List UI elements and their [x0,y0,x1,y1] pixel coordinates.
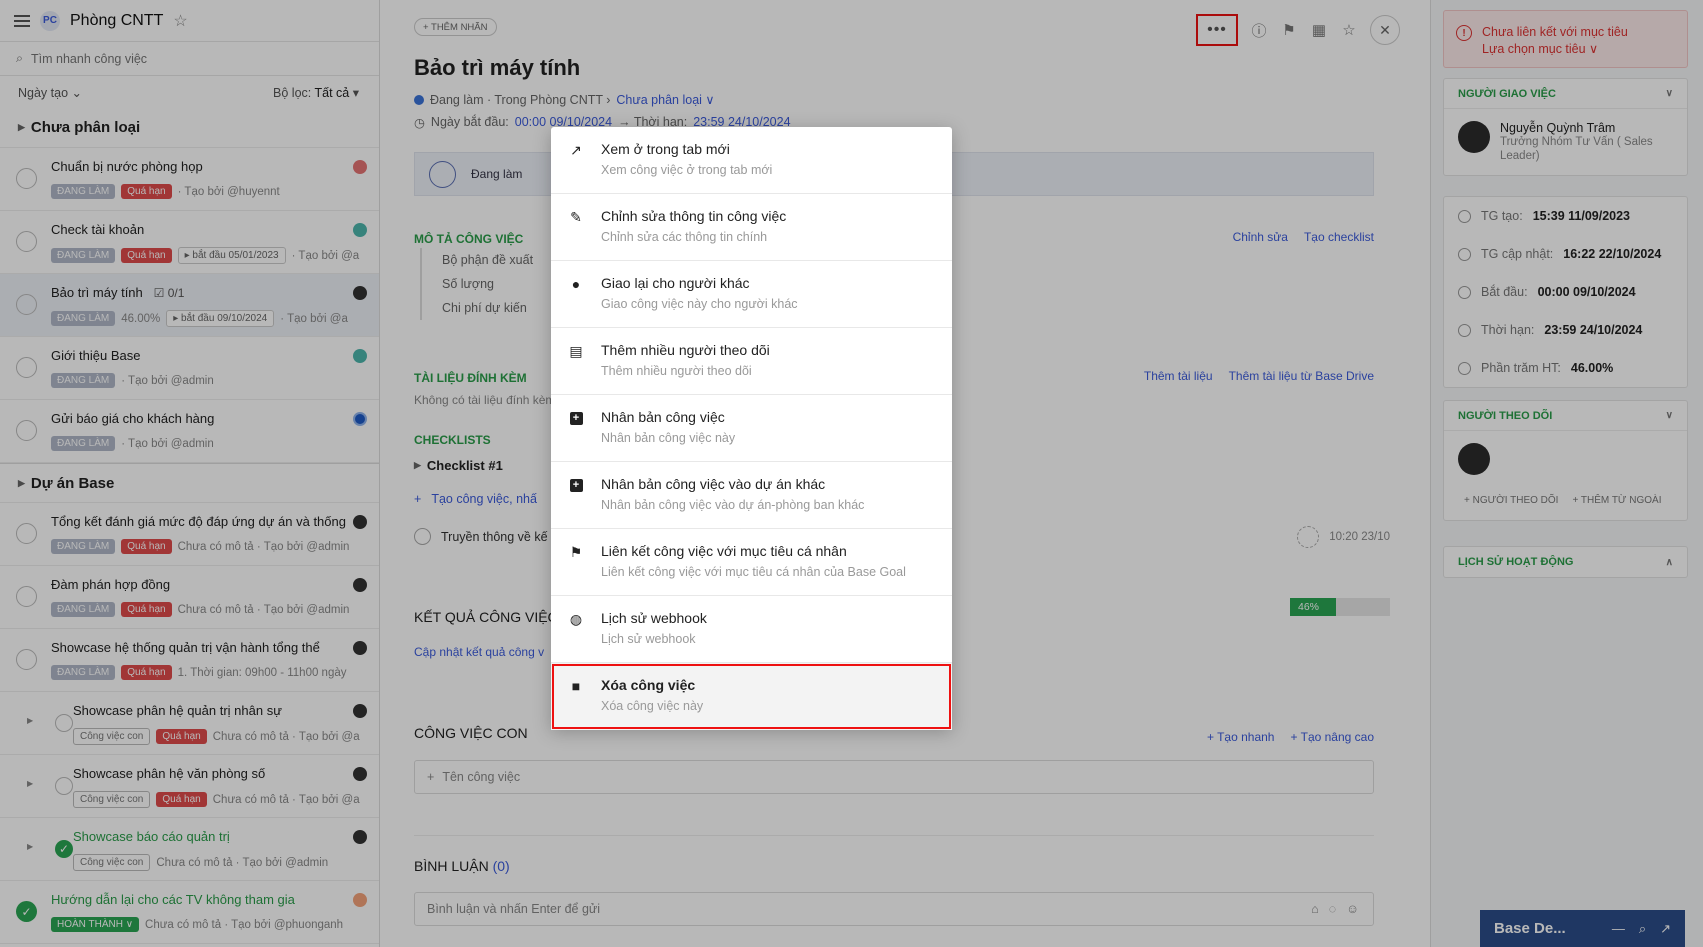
flag-icon: ⚑ [569,543,583,560]
menu-item-duplicate[interactable]: + Nhân bản công việc Nhân bản công việc … [551,395,952,462]
menu-item-webhook-history[interactable]: ◍ Lịch sử webhook Lịch sử webhook [551,596,952,663]
task-options-menu: ↗ Xem ở trong tab mới Xem công việc ở tr… [551,127,952,730]
menu-item-open-new-tab[interactable]: ↗ Xem ở trong tab mới Xem công việc ở tr… [551,127,952,194]
user-icon: ● [571,276,581,292]
menu-item-reassign[interactable]: ● Giao lại cho người khác Giao công việc… [551,261,952,328]
external-link-icon: ↗ [570,141,582,158]
pencil-icon: ✎ [570,208,582,225]
globe-icon: ◍ [569,610,583,627]
menu-item-edit-task[interactable]: ✎ Chỉnh sửa thông tin công việc Chỉnh sử… [551,194,952,261]
plus-square-icon: + [567,409,585,427]
menu-item-duplicate-to-project[interactable]: + Nhân bản công việc vào dự án khác Nhân… [551,462,952,529]
plus-square-icon: + [567,476,585,494]
menu-item-link-goal[interactable]: ⚑ Liên kết công việc với mục tiêu cá nhâ… [551,529,952,596]
menu-item-add-followers[interactable]: ▤ Thêm nhiều người theo dõi Thêm nhiều n… [551,328,952,395]
menu-item-delete-task[interactable]: ■ Xóa công việc Xóa công việc này [551,663,952,730]
trash-icon: ■ [571,678,581,694]
contact-book-icon: ▤ [569,342,583,359]
